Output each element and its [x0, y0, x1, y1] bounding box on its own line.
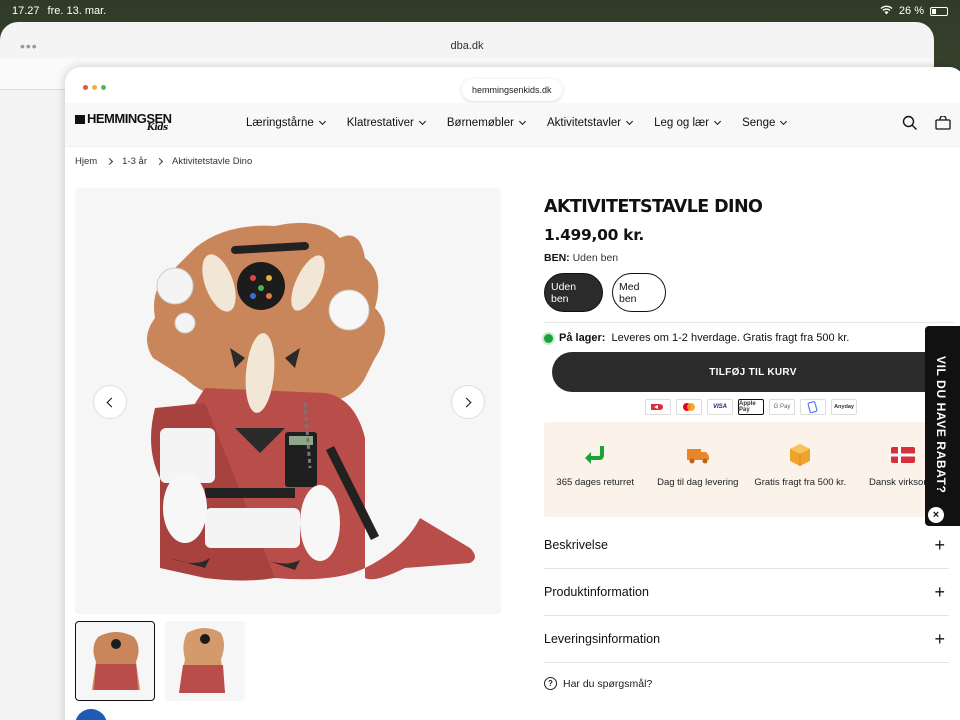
variant-label: BEN:: [544, 252, 570, 264]
chevron-down-icon: [418, 117, 426, 126]
chevron-right-icon: [106, 157, 114, 166]
perk-text: 365 dages returret: [556, 477, 635, 488]
background-url[interactable]: dba.dk: [0, 40, 934, 52]
danish-flag-icon: [890, 442, 916, 468]
option-med-ben[interactable]: Med ben: [612, 273, 666, 312]
window-controls[interactable]: [83, 85, 106, 90]
variant-options: Uden ben Med ben: [544, 273, 954, 312]
visa-icon: VISA: [707, 399, 733, 415]
accordion-produktinformation[interactable]: Produktinformation +: [544, 569, 949, 616]
add-to-cart-button[interactable]: TILFØJ TIL KURV: [552, 352, 954, 392]
close-icon[interactable]: ×: [928, 507, 944, 523]
product-gallery: [75, 188, 501, 614]
perk-delivery: Dag til dag levering: [647, 422, 750, 517]
plus-icon: +: [934, 581, 945, 602]
site-logo[interactable]: HEMMINGSEN Kids: [75, 111, 172, 133]
breadcrumb-current: Aktivitetstavle Dino: [172, 156, 253, 167]
search-icon[interactable]: [902, 115, 918, 136]
chevron-right-icon: [155, 157, 164, 166]
accordion-leveringsinformation[interactable]: Leveringsinformation +: [544, 616, 949, 663]
nav-item-boernemoebler[interactable]: Børnemøbler: [446, 117, 527, 129]
truck-icon: [685, 442, 711, 468]
dankort-icon: [645, 399, 671, 415]
anyday-icon: Anyday: [831, 399, 857, 415]
perks-banner: 365 dages returret Dag til dag levering …: [544, 422, 954, 517]
thumbnail-1[interactable]: [75, 621, 155, 701]
breadcrumb-home[interactable]: Hjem: [75, 156, 97, 167]
nav-item-klatrestativer[interactable]: Klatrestativer: [346, 117, 426, 129]
google-pay-icon: G Pay: [769, 399, 795, 415]
thumbnail-list: [75, 621, 245, 701]
status-time: 17.27: [12, 5, 40, 17]
status-bar: 17.27 fre. 13. mar. 26 %: [0, 0, 960, 22]
nav-item-senge[interactable]: Senge: [742, 117, 788, 129]
perk-returns: 365 dages returret: [544, 422, 647, 517]
perk-free-shipping: Gratis fragt fra 500 kr.: [749, 422, 852, 517]
chevron-down-icon: [626, 117, 634, 126]
product-price: 1.499,00 kr.: [544, 226, 644, 244]
gallery-next-button[interactable]: [451, 385, 485, 419]
in-stock-dot-icon: [544, 333, 553, 343]
discount-side-tab[interactable]: VIL DU HAVE RABAT? ×: [925, 326, 960, 526]
variant-summary: BEN: Uden ben: [544, 252, 954, 264]
breadcrumb-category[interactable]: 1-3 år: [122, 156, 147, 167]
chevron-down-icon: [518, 117, 527, 126]
mastercard-icon: [676, 399, 702, 415]
url-bar[interactable]: hemmingsenkids.dk: [462, 79, 562, 101]
chevron-down-icon: [318, 117, 326, 126]
wifi-icon: [880, 5, 893, 18]
perk-text: Dag til dag levering: [657, 477, 739, 488]
option-uden-ben[interactable]: Uden ben: [544, 273, 603, 312]
plus-icon: +: [934, 628, 945, 649]
status-date: fre. 13. mar.: [47, 5, 107, 17]
site-header: HEMMINGSEN Kids Læringstårne Klatrestati…: [65, 103, 960, 147]
stock-text: Leveres om 1-2 hverdage. Gratis fragt fr…: [611, 332, 850, 344]
nav-item-laeringstaarne[interactable]: Læringstårne: [246, 117, 326, 129]
cart-icon[interactable]: [935, 115, 951, 135]
perk-text: Gratis fragt fra 500 kr.: [754, 477, 847, 488]
nav-label: Leg og lær: [654, 117, 710, 129]
battery-icon: [930, 6, 948, 16]
product-image: [146, 222, 475, 581]
battery-percent: 26 %: [898, 5, 924, 17]
product-details: AKTIVITETSTAVLE DINO 1.499,00 kr. BEN: U…: [544, 197, 954, 690]
nav-label: Klatrestativer: [346, 117, 414, 129]
nav-item-leg-og-laer[interactable]: Leg og lær: [654, 117, 722, 129]
gallery-prev-button[interactable]: [93, 385, 127, 419]
questions-link[interactable]: ? Har du spørgsmål?: [544, 677, 652, 690]
question-icon: ?: [544, 677, 557, 690]
stock-status: På lager: Leveres om 1-2 hverdage. Grati…: [544, 332, 849, 344]
chevron-down-icon: [714, 117, 722, 126]
divider: [544, 322, 954, 323]
nav-label: Senge: [742, 117, 776, 129]
plus-icon: +: [934, 534, 945, 555]
question-text: Har du spørgsmål?: [563, 677, 653, 690]
accordion-label: Leveringsinformation: [544, 632, 661, 646]
accordion-label: Produktinformation: [544, 585, 649, 599]
stock-label: På lager:: [559, 332, 606, 344]
thumbnail-2[interactable]: [165, 621, 245, 701]
logo-mark-icon: [75, 115, 85, 124]
discount-tab-text: VIL DU HAVE RABAT?: [934, 356, 948, 494]
payment-methods: VISA Apple Pay G Pay Anyday: [645, 399, 857, 415]
chevron-left-icon: [106, 397, 117, 407]
accordion-label: Beskrivelse: [544, 538, 608, 552]
product-title: AKTIVITETSTAVLE DINO: [544, 197, 763, 217]
nav-label: Aktivitetstavler: [546, 117, 622, 129]
nav-label: Børnemøbler: [446, 117, 514, 129]
logo-sub: Kids: [147, 123, 168, 133]
chevron-right-icon: [461, 397, 472, 407]
variant-value: Uden ben: [572, 252, 619, 264]
mobilepay-icon: [800, 399, 826, 415]
main-nav: Læringstårne Klatrestativer Børnemøbler …: [246, 117, 788, 129]
chevron-down-icon: [780, 117, 788, 126]
nav-item-aktivitetstavler[interactable]: Aktivitetstavler: [546, 117, 634, 129]
nav-label: Læringstårne: [246, 117, 314, 129]
browser-window: hemmingsenkids.dk HEMMINGSEN Kids Læring…: [65, 67, 960, 720]
return-arrow-icon: [582, 442, 608, 468]
package-icon: [787, 442, 813, 468]
apple-pay-icon: Apple Pay: [738, 399, 764, 415]
breadcrumb: Hjem 1-3 år Aktivitetstavle Dino: [75, 156, 252, 167]
accordion-beskrivelse[interactable]: Beskrivelse +: [544, 522, 949, 569]
